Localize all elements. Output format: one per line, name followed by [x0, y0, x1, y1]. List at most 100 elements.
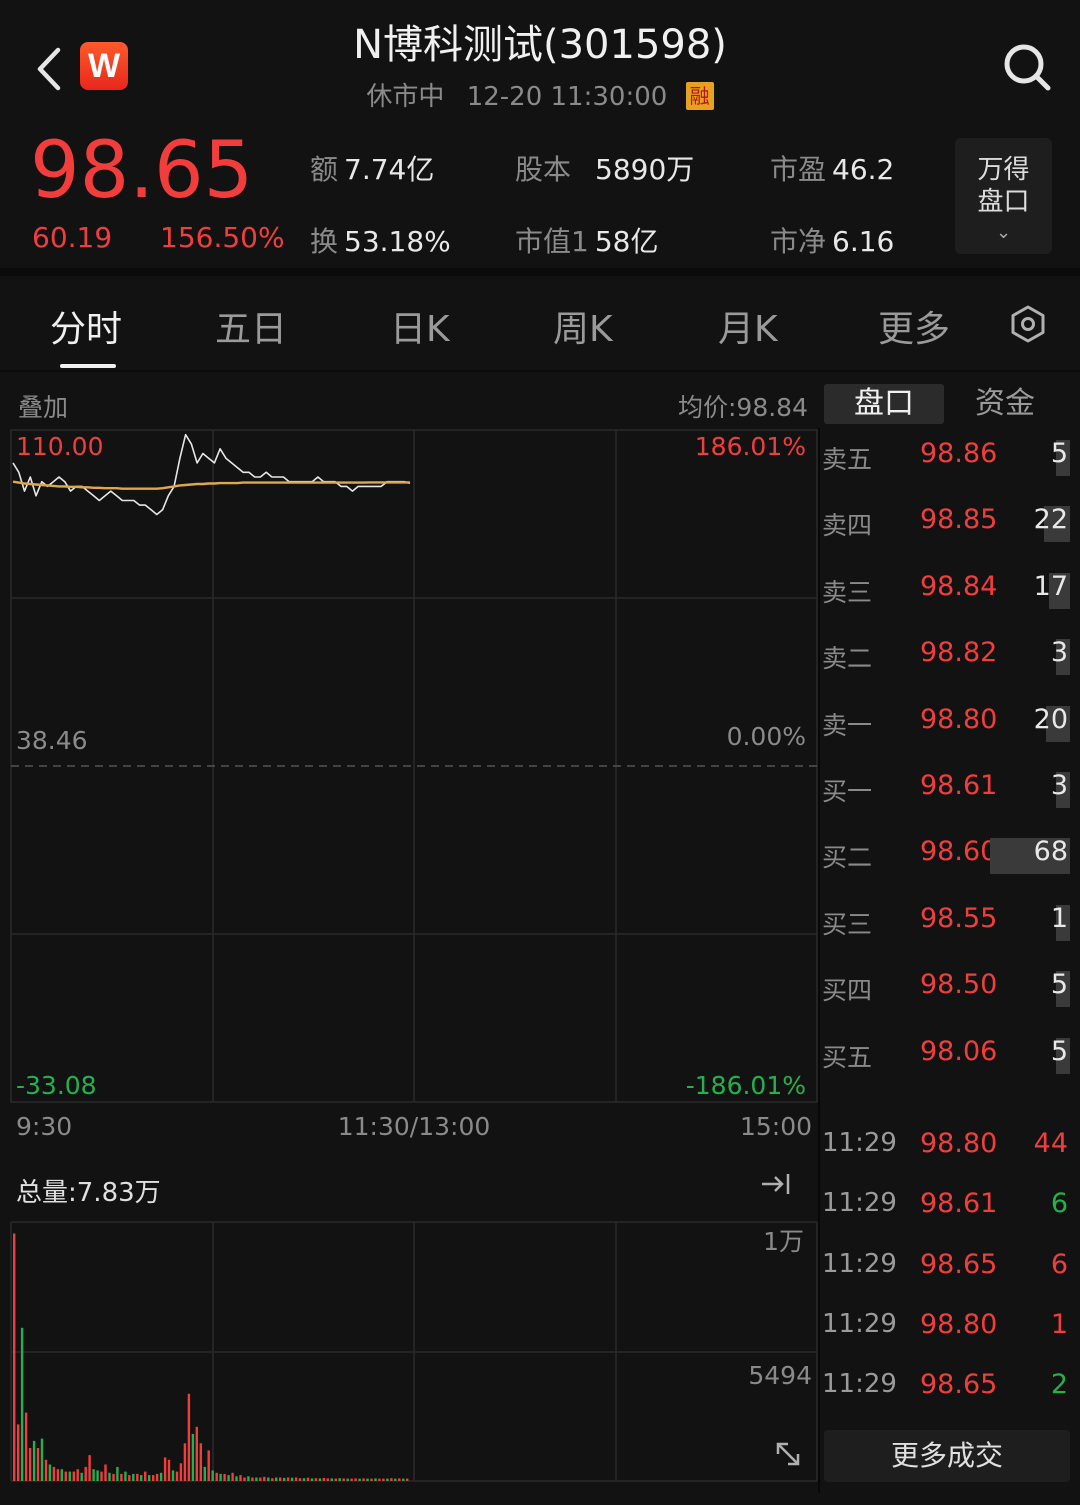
wind-order-panel-button[interactable]: 万得 盘口 ⌄ [955, 138, 1052, 254]
trade-price: 98.80 [920, 1128, 998, 1159]
level-name: 买五 [822, 1042, 873, 1072]
volume-bar [290, 1477, 294, 1481]
level-price: 98.82 [920, 637, 998, 669]
trade-tick-row: 11:29 98.80 44 [822, 1122, 1072, 1172]
price-change-pct: 156.50% [160, 221, 285, 254]
stat-value: 6.16 [832, 225, 895, 258]
volume-bar [68, 1471, 71, 1481]
level-name: 卖一 [822, 710, 873, 740]
settings-icon[interactable] [1008, 304, 1048, 344]
volume-bar [334, 1478, 337, 1481]
stat-market-cap: 市值1 58亿 [515, 220, 658, 260]
level-volume: 22 [1033, 504, 1068, 536]
volume-bar [267, 1477, 270, 1481]
active-tab-indicator [60, 364, 116, 368]
trade-volume: 6 [1050, 1248, 1068, 1280]
jump-to-end-icon[interactable] [758, 1166, 794, 1202]
volume-bar [124, 1471, 127, 1481]
volume-bar [215, 1472, 218, 1481]
trade-price: 98.80 [920, 1308, 998, 1340]
last-price: 98.65 [30, 126, 254, 216]
overlay-button[interactable]: 叠加 [18, 388, 68, 424]
volume-bar [255, 1477, 258, 1481]
tab-order-book[interactable]: 盘口 [824, 384, 944, 424]
volume-bar [140, 1475, 143, 1481]
trade-price: 98.61 [920, 1188, 998, 1220]
price-axis-low: -33.08 [16, 1071, 97, 1100]
volume-bar [366, 1478, 369, 1481]
volume-bar [283, 1477, 286, 1481]
volume-bar [28, 1448, 32, 1481]
volume-bar [17, 1424, 20, 1481]
volume-bar [199, 1443, 202, 1481]
quote-datetime: 12-20 11:30:00 [466, 82, 668, 112]
order-book-ask-row[interactable]: 卖一 98.80 20 [822, 698, 1072, 750]
tab-more[interactable]: 更多 [878, 300, 950, 352]
trade-time: 11:29 [822, 1128, 897, 1158]
level-volume: 68 [1033, 836, 1068, 868]
tab-daily-k[interactable]: 日K [390, 300, 450, 352]
chevron-down-icon: ⌄ [995, 222, 1012, 243]
tab-monthly-k[interactable]: 月K [718, 300, 778, 352]
order-book-ask-row[interactable]: 卖四 98.85 22 [822, 498, 1072, 550]
trade-time: 11:29 [822, 1369, 897, 1400]
volume-bar [271, 1478, 274, 1481]
level-price: 98.86 [920, 438, 998, 469]
level-name: 卖二 [822, 644, 873, 674]
volume-bar [88, 1455, 91, 1481]
volume-bar [163, 1457, 167, 1481]
volume-bar [203, 1466, 206, 1481]
tab-five-day[interactable]: 五日 [215, 300, 287, 352]
volume-bar [302, 1478, 306, 1481]
panel-button-line2: 盘口 [977, 187, 1030, 217]
level-name: 卖五 [822, 445, 873, 474]
level-volume: 20 [1033, 703, 1068, 735]
avg-price-label: 均价:98.84 [678, 393, 808, 422]
trade-volume: 6 [1050, 1188, 1068, 1220]
stat-label: 市净 [770, 225, 827, 258]
tab-weekly-k[interactable]: 周K [553, 300, 613, 352]
volume-bar [92, 1469, 95, 1481]
volume-bars [13, 1233, 409, 1481]
level-price: 98.85 [920, 504, 998, 536]
trade-time: 11:29 [822, 1188, 897, 1219]
more-trades-button[interactable]: 更多成交 [824, 1430, 1070, 1482]
volume-bar [187, 1393, 191, 1481]
tab-fund-flow[interactable]: 资金 [950, 384, 1060, 424]
volume-bar [207, 1450, 210, 1481]
volume-bar [354, 1478, 357, 1481]
order-book-bid-row[interactable]: 买二 98.60 68 [822, 830, 1072, 882]
volume-bar [52, 1466, 56, 1481]
fullscreen-expand-icon[interactable] [770, 1436, 806, 1472]
level-volume: 1 [1050, 902, 1068, 934]
order-book-ask-row[interactable]: 卖五 98.86 5 [822, 432, 1072, 484]
order-book-bid-row[interactable]: 买一 98.61 3 [822, 764, 1072, 816]
trade-tick-row: 11:29 98.80 1 [822, 1303, 1072, 1353]
volume-bar [183, 1443, 187, 1481]
order-book-bid-row[interactable]: 买四 98.50 5 [822, 963, 1072, 1015]
level-volume: 5 [1050, 438, 1068, 469]
order-book-bid-row[interactable]: 买五 98.06 5 [822, 1030, 1072, 1082]
volume-chart[interactable]: 1万 5494 [0, 1218, 818, 1483]
volume-bar [211, 1470, 214, 1481]
level-price: 98.60 [920, 836, 998, 868]
search-icon[interactable] [1000, 40, 1054, 94]
volume-bar [362, 1478, 365, 1481]
volume-bar [370, 1478, 373, 1481]
tab-intraday[interactable]: 分时 [50, 300, 122, 352]
stat-pe: 市盈 46.2 [770, 148, 894, 188]
volume-bar [136, 1473, 139, 1481]
order-book-bid-row[interactable]: 买三 98.55 1 [822, 897, 1072, 949]
time-axis-start: 9:30 [16, 1112, 72, 1141]
order-book-ask-row[interactable]: 卖二 98.82 3 [822, 631, 1072, 683]
intraday-price-chart[interactable]: 110.00 38.46 -33.08 186.01% 0.00% -186.0… [0, 428, 818, 1158]
volume-bar [342, 1478, 345, 1481]
volume-bar [374, 1478, 377, 1481]
volume-bar [350, 1478, 353, 1481]
order-book-ask-row[interactable]: 卖三 98.84 17 [822, 565, 1072, 617]
volume-axis-high: 1万 [763, 1227, 804, 1256]
stock-title: N博科测试(301598) [353, 22, 727, 68]
panel-divider [818, 428, 820, 1493]
volume-bar [167, 1459, 171, 1481]
trade-volume: 44 [1033, 1128, 1068, 1159]
